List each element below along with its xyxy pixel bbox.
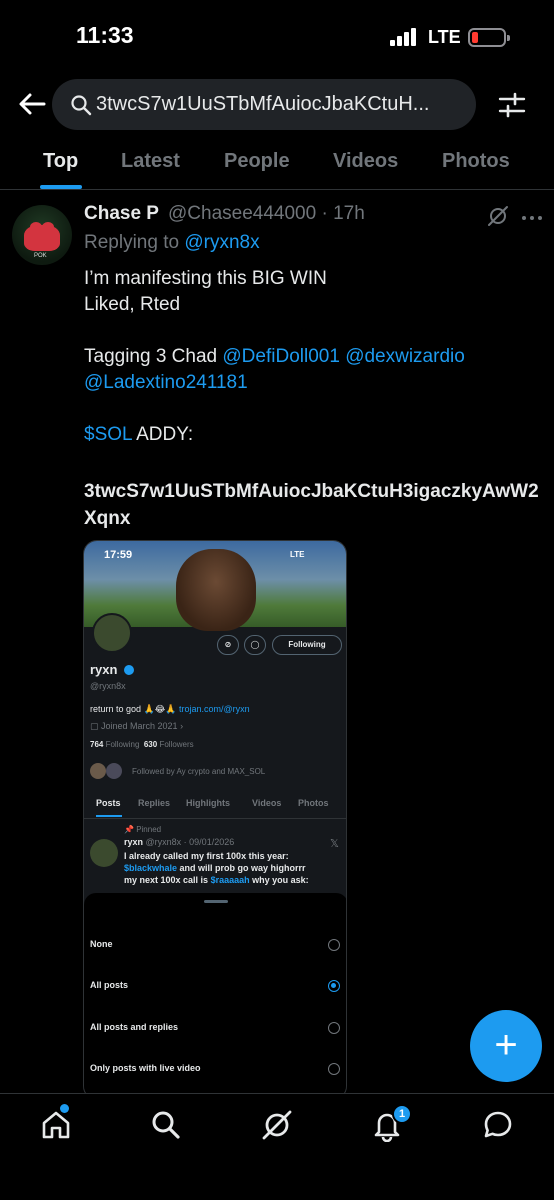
filter-settings-icon[interactable] xyxy=(496,90,528,120)
status-time: 11:33 xyxy=(76,22,134,48)
search-tabs: Top Latest People Videos Photos xyxy=(0,140,554,190)
replying-label: Replying to xyxy=(84,232,180,253)
embedded-avatar xyxy=(92,613,132,653)
embedded-time: 17:59 xyxy=(104,549,133,561)
signal-icon xyxy=(390,28,420,46)
grok-icon[interactable] xyxy=(486,204,510,228)
home-icon[interactable] xyxy=(39,1108,73,1142)
tweet-line: Liked, Rted xyxy=(84,294,181,315)
embedded-grok-icon: ⊘ xyxy=(217,635,239,655)
search-nav-icon[interactable] xyxy=(149,1108,183,1142)
embedded-bio-link: trojan.com/@ryxn xyxy=(178,704,250,714)
replying-to-link[interactable]: @ryxn8x xyxy=(184,232,259,253)
option-posts-replies: All posts and replies xyxy=(90,1022,179,1032)
battery-icon xyxy=(468,28,510,47)
embedded-network: LTE xyxy=(290,550,305,559)
tab-videos[interactable]: Videos xyxy=(333,150,398,173)
embedded-profile-tabs: Posts Replies Highlights Videos Photos xyxy=(84,795,346,819)
embedded-joined: ▢ Joined March 2021 › xyxy=(90,721,184,731)
embedded-follow-counts: 764 Following 630 Followers xyxy=(90,740,194,749)
tab-top[interactable]: Top xyxy=(43,150,78,173)
tab-latest[interactable]: Latest xyxy=(121,150,180,173)
embedded-tab: Videos xyxy=(252,798,282,808)
home-unread-dot xyxy=(60,1104,69,1113)
tweet-body: I’m manifesting this BIG WIN Liked, Rted… xyxy=(84,266,465,448)
verified-icon xyxy=(124,665,134,675)
bottom-nav: 1 xyxy=(0,1093,554,1200)
embedded-tab: Highlights xyxy=(186,798,230,808)
notification-options-sheet: None All posts All posts and replies Onl… xyxy=(84,893,346,1099)
grok-nav-icon[interactable] xyxy=(260,1108,294,1142)
mention-link[interactable]: @dexwizardio xyxy=(345,346,465,367)
network-label: LTE xyxy=(428,27,461,47)
followed-by-avatar xyxy=(90,763,106,779)
search-input[interactable] xyxy=(96,79,466,130)
embedded-post-body: I already called my first 100x this year… xyxy=(124,851,309,885)
embedded-tab: Posts xyxy=(96,798,121,808)
embedded-tab: Replies xyxy=(138,798,171,808)
embedded-followed-by: Followed by Ay crypto and MAX_SOL xyxy=(132,767,266,776)
radio-posts-replies xyxy=(328,1022,340,1034)
tweet-line: I’m manifesting this BIG WIN xyxy=(84,268,327,289)
embedded-name: ryxn xyxy=(90,662,118,677)
embedded-post-avatar xyxy=(90,839,118,867)
messages-icon[interactable] xyxy=(481,1108,515,1142)
avatar[interactable]: POK xyxy=(12,205,72,265)
contract-address: 3twcS7w1UuSTbMfAuiocJbaKCtuH3igaczkyAwW2… xyxy=(84,481,539,529)
embedded-message-icon: ◯ xyxy=(244,635,266,655)
compose-post-button[interactable]: + xyxy=(470,1010,542,1082)
tab-photos[interactable]: Photos xyxy=(442,150,510,173)
active-tab-indicator xyxy=(40,185,82,189)
option-all-posts: All posts xyxy=(90,980,129,990)
x-logo-icon: 𝕏 xyxy=(330,838,339,850)
cashtag-link[interactable]: $SOL xyxy=(84,424,132,445)
search-icon xyxy=(71,95,92,116)
option-none: None xyxy=(90,939,113,949)
embedded-handle: @ryxn8x xyxy=(90,681,126,691)
embedded-bio-text: return to god xyxy=(90,704,142,714)
embedded-tab: Photos xyxy=(298,798,329,808)
plus-icon: + xyxy=(494,1023,518,1067)
notification-badge: 1 xyxy=(392,1104,412,1124)
tagging-label: Tagging 3 Chad xyxy=(84,346,218,367)
search-bar[interactable] xyxy=(52,79,476,130)
addy-label: ADDY: xyxy=(136,424,194,445)
followed-by-avatar xyxy=(106,763,122,779)
tweet-image[interactable]: 17:59 LTE ⊘ ◯ Following ryxn @ryxn8x ret… xyxy=(83,540,347,1100)
option-live-video: Only posts with live video xyxy=(90,1063,201,1073)
embedded-tab-indicator xyxy=(96,815,122,817)
embedded-following-button: Following xyxy=(272,635,342,655)
tweet-handle-time: @Chasee444000 · 17h xyxy=(168,203,365,224)
embedded-bio: return to god 🙏😂🙏 trojan.com/@ryxn xyxy=(90,704,250,714)
mention-link[interactable]: @DefiDoll001 xyxy=(222,346,340,367)
back-arrow-icon[interactable] xyxy=(16,88,48,120)
replying-to: Replying to @ryxn8x xyxy=(84,232,260,254)
tab-people[interactable]: People xyxy=(224,150,290,173)
more-options-icon[interactable] xyxy=(520,210,544,220)
radio-none xyxy=(328,939,340,951)
embedded-post-header: ryxn @ryxn8x · 09/01/2026 xyxy=(124,837,235,847)
radio-live-video xyxy=(328,1063,340,1075)
banner-face xyxy=(176,549,256,631)
sheet-grabber xyxy=(204,900,228,903)
radio-all-posts xyxy=(328,980,340,992)
mention-link[interactable]: @Ladextino241181 xyxy=(84,372,248,393)
tweet-author-name[interactable]: Chase P xyxy=(84,203,159,225)
embedded-pinned: 📌 Pinned xyxy=(124,825,162,834)
